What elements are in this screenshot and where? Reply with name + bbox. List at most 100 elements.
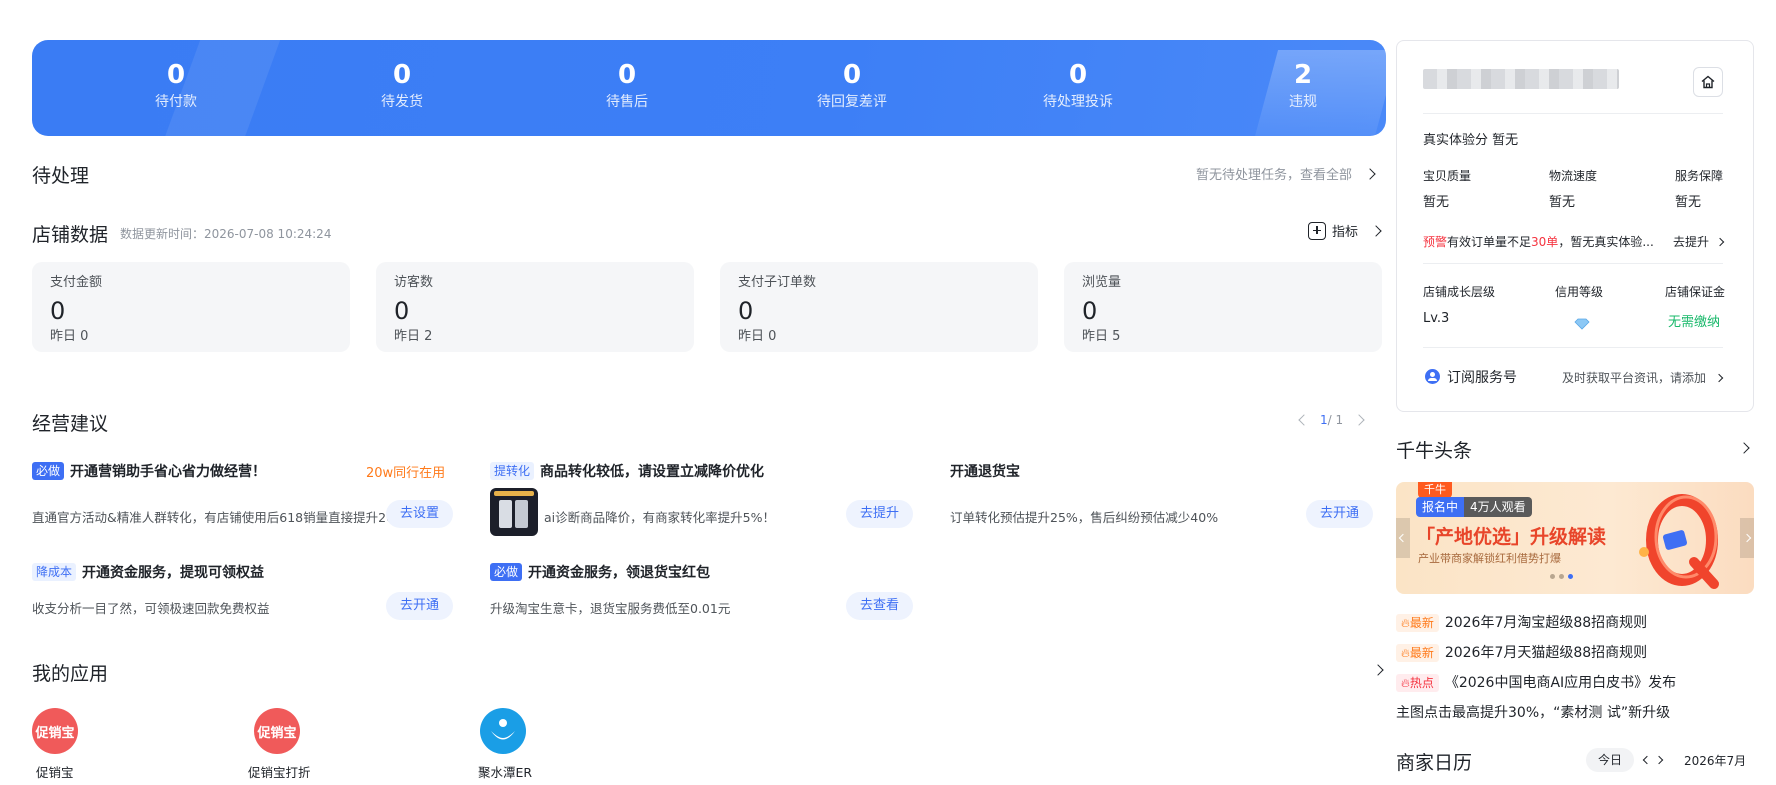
suggestion-desc: 收支分析一目了然，可领极速回款免费权益 xyxy=(32,601,270,616)
go-improve-button[interactable]: 去提升 xyxy=(846,500,914,528)
indicator-button[interactable]: 指标 xyxy=(1308,221,1382,240)
store-data-title: 店铺数据 xyxy=(32,224,109,246)
app-label[interactable]: 促销宝 xyxy=(36,762,74,781)
stat-label: 待售后 xyxy=(606,94,648,110)
metric-yesterday: 昨日 2 xyxy=(394,329,433,344)
suggestion-title[interactable]: 必做 开通资金服务，领退货宝红包 xyxy=(490,562,710,582)
promo-discount-app-icon[interactable]: 促销宝 xyxy=(254,708,300,754)
water-drop-app-icon[interactable] xyxy=(480,708,526,754)
metric-value: 0 xyxy=(738,297,754,325)
suggestion-desc: 直通官方活动&精准人群转化，有店铺使用后618销量直接提升26% xyxy=(32,510,406,525)
stat-label: 待付款 xyxy=(155,94,197,110)
promo-app-icon[interactable]: 促销宝 xyxy=(32,708,78,754)
suggestion-title[interactable]: 提转化 商品转化较低，请设置立减降价优化 xyxy=(490,461,764,481)
chevron-right-icon[interactable] xyxy=(1353,414,1365,426)
metric-label: 宝贝质量 xyxy=(1423,169,1472,183)
stat-pending-complaint[interactable]: 0 待处理投诉 xyxy=(978,60,1178,112)
pending-view-all-link[interactable]: 暂无待处理任务，查看全部 xyxy=(1196,164,1376,183)
chevron-left-icon[interactable] xyxy=(1642,755,1652,765)
stat-label: 待发货 xyxy=(381,94,423,110)
chevron-right-icon[interactable] xyxy=(1372,664,1384,676)
blurred-shop-name xyxy=(1423,69,1619,89)
home-icon[interactable] xyxy=(1693,67,1723,97)
stat-value: 0 xyxy=(1068,60,1088,90)
subscribe-label[interactable]: 订阅服务号 xyxy=(1447,367,1517,387)
metric-value: 暂无 xyxy=(1675,195,1702,210)
news-banner-carousel[interactable]: 千牛 报名中 4万人观看 「产地优选」升级解读 产业带商家解锁红利借势打爆 xyxy=(1396,482,1754,594)
metric-title: 浏览量 xyxy=(1082,275,1122,290)
news-item[interactable]: 🔥︎最新 2026年7月淘宝超级88招商规则 xyxy=(1396,612,1647,632)
tag-must-do: 必做 xyxy=(490,563,523,581)
metric-card-pageviews[interactable]: 浏览量 0 昨日 5 xyxy=(1064,262,1382,352)
stat-value: 0 xyxy=(617,60,637,90)
live-status: 报名中 xyxy=(1416,497,1465,517)
suggestion-extra: 20w同行在用 xyxy=(366,466,446,481)
suggestion-desc: 订单转化预估提升25%，售后纠纷预估减少40% xyxy=(950,510,1219,525)
suggestions-pager: 1 / 1 xyxy=(1298,413,1365,427)
news-item[interactable]: 🔥︎最新 2026年7月天猫超级88招商规则 xyxy=(1396,642,1647,662)
stat-label: 待处理投诉 xyxy=(1043,94,1113,110)
tag-cost-reduce: 降成本 xyxy=(32,563,77,581)
metric-label: 服务保障 xyxy=(1675,169,1724,183)
go-setup-button[interactable]: 去设置 xyxy=(386,500,454,528)
go-view-button[interactable]: 去查看 xyxy=(846,592,914,620)
stat-pending-bad-review[interactable]: 0 待回复差评 xyxy=(752,60,952,112)
stat-pending-aftersale[interactable]: 0 待售后 xyxy=(527,60,727,112)
level-label: 信用等级 xyxy=(1555,285,1604,299)
metric-card-payment[interactable]: 支付金额 0 昨日 0 xyxy=(32,262,350,352)
pending-title: 待处理 xyxy=(32,165,90,187)
user-icon xyxy=(1425,369,1440,384)
today-button[interactable]: 今日 xyxy=(1586,748,1635,772)
real-score: 真实体验分 暂无 xyxy=(1423,129,1518,148)
calendar-title: 商家日历 xyxy=(1396,752,1473,774)
suggestion-title-text: 商品转化较低，请设置立减降价优化 xyxy=(540,464,765,480)
app-label[interactable]: 促销宝打折 xyxy=(248,762,311,781)
divider xyxy=(1423,347,1723,348)
chevron-right-icon[interactable] xyxy=(1654,755,1664,765)
app-label[interactable]: 聚水潭ER xyxy=(478,762,532,781)
news-tag-new: 🔥︎最新 xyxy=(1396,644,1439,662)
suggestion-title-text: 开通资金服务，领退货宝红包 xyxy=(528,565,711,581)
suggestion-desc: ai诊断商品降价，有商家转化率提升5%！ xyxy=(544,510,775,525)
stat-label: 待回复差评 xyxy=(817,94,887,110)
news-item[interactable]: 主图点击最高提升30%，“素材测 试”新升级 xyxy=(1396,702,1670,722)
carousel-next-button[interactable] xyxy=(1740,518,1754,558)
stat-pending-payment[interactable]: 0 待付款 xyxy=(76,60,276,112)
suggestion-title-text: 开通营销助手省心省力做经营！ xyxy=(70,464,267,480)
suggestion-desc: 升级淘宝生意卡，退货宝服务费低至0.01元 xyxy=(490,601,731,616)
stat-value: 2 xyxy=(1293,60,1313,90)
warning-improve-link[interactable]: 去提升 xyxy=(1673,233,1725,250)
news-text: 主图点击最高提升30%，“素材测 试”新升级 xyxy=(1396,705,1671,721)
metric-value: 0 xyxy=(1082,297,1098,325)
subscribe-link[interactable]: 及时获取平台资讯，请添加 xyxy=(1562,369,1724,386)
warning-tag: 预警 xyxy=(1423,235,1448,249)
news-text: 《2026中国电商AI应用白皮书》发布 xyxy=(1444,675,1677,691)
chevron-right-icon xyxy=(1715,237,1725,246)
warning-text: 有效订单量不足 xyxy=(1447,235,1532,249)
stat-pending-shipment[interactable]: 0 待发货 xyxy=(302,60,502,112)
suggestion-title[interactable]: 开通退货宝 xyxy=(950,461,1020,481)
calendar-month: 2026年7月 xyxy=(1684,754,1747,768)
stat-violations[interactable]: 2 违规 xyxy=(1203,60,1386,112)
suggestions-title: 经营建议 xyxy=(32,413,109,435)
go-activate-button[interactable]: 去开通 xyxy=(386,592,454,620)
metric-yesterday: 昨日 5 xyxy=(1082,329,1121,344)
metric-card-visitors[interactable]: 访客数 0 昨日 2 xyxy=(376,262,694,352)
metric-value: 0 xyxy=(50,297,66,325)
real-score-label: 真实体验分 xyxy=(1423,133,1489,148)
suggestion-title[interactable]: 必做 开通营销助手省心省力做经营！ xyxy=(32,461,266,481)
chevron-right-icon[interactable] xyxy=(1738,442,1750,454)
go-activate-button[interactable]: 去开通 xyxy=(1306,500,1374,528)
suggestion-title[interactable]: 降成本 开通资金服务，提现可领权益 xyxy=(32,562,264,582)
news-tag-new: 🔥︎最新 xyxy=(1396,614,1439,632)
chevron-right-icon xyxy=(1370,224,1382,237)
carousel-prev-button[interactable] xyxy=(1396,518,1410,558)
news-item[interactable]: 🔥︎热点 《2026中国电商AI应用白皮书》发布 xyxy=(1396,672,1676,692)
promo-illustration xyxy=(1624,492,1734,594)
metric-title: 支付子订单数 xyxy=(738,275,817,290)
chevron-left-icon[interactable] xyxy=(1298,414,1310,426)
metric-card-suborders[interactable]: 支付子订单数 0 昨日 0 xyxy=(720,262,1038,352)
metric-yesterday: 昨日 0 xyxy=(738,329,777,344)
warning-line[interactable]: 预警有效订单量不足30单，暂无真实体验... xyxy=(1423,233,1654,250)
news-text: 2026年7月淘宝超级88招商规则 xyxy=(1444,615,1648,631)
